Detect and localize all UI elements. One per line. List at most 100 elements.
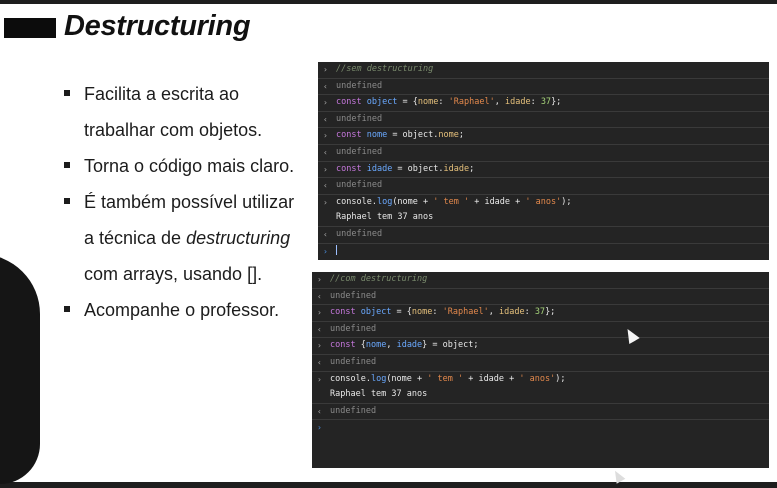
result-arrow-icon: ‹	[317, 406, 322, 416]
prompt-arrow-icon: ›	[317, 341, 322, 351]
prompt-arrow-icon: ›	[317, 308, 322, 318]
code-token: {	[355, 340, 366, 351]
code-token: object	[366, 97, 398, 108]
console-result-row: ‹ undefined	[312, 404, 769, 421]
console-input-row: › const nome = object.nome;	[318, 128, 769, 145]
console-result-row: ‹ undefined	[318, 145, 769, 162]
prompt-arrow-icon: ›	[317, 423, 322, 433]
code-token: idade	[396, 340, 423, 351]
code-token: nome	[365, 340, 387, 351]
console-output-row: Raphael tem 37 anos	[318, 210, 769, 227]
prompt-arrow-icon: ›	[323, 65, 328, 74]
result-undefined: undefined	[330, 356, 377, 367]
bullet-facilita: Facilita a escrita ao trabalhar com obje…	[60, 76, 310, 148]
console-output-row: Raphael tem 37 anos	[312, 387, 769, 404]
code-token: );	[555, 373, 566, 384]
code-token: :	[432, 307, 443, 318]
code-token: = {	[397, 97, 418, 108]
slide-title: Destructuring	[64, 10, 251, 42]
code-token: ,	[494, 97, 505, 108]
result-arrow-icon: ‹	[323, 181, 328, 191]
code-token: log	[376, 196, 393, 207]
console-input-row: › const idade = object.idade;	[318, 162, 769, 179]
console-result-row: ‹ undefined	[318, 112, 769, 129]
result-arrow-icon: ‹	[317, 324, 322, 334]
console-result-row: ‹ undefined	[312, 322, 769, 339]
presenter-silhouette	[0, 254, 40, 484]
result-undefined: undefined	[336, 228, 383, 239]
title-accent-bar	[4, 18, 56, 38]
console-input-row: › const object = {nome: 'Raphael', idade…	[312, 305, 769, 322]
code-token: ' tem '	[427, 373, 464, 384]
code-token: ' anos'	[519, 373, 556, 384]
code-token: nome	[438, 130, 459, 141]
console-output-text: Raphael tem 37 anos	[336, 212, 434, 223]
code-token: } = object;	[422, 340, 479, 351]
result-arrow-icon: ‹	[317, 357, 322, 367]
console-input-row: › //sem destructuring	[318, 62, 769, 79]
code-token: const	[336, 163, 362, 174]
result-arrow-icon: ‹	[323, 229, 328, 239]
prompt-arrow-icon: ›	[323, 197, 328, 207]
bullet-text: Torna o código mais claro.	[84, 156, 295, 176]
code-token: :	[438, 97, 449, 108]
code-token: + idade +	[463, 373, 520, 384]
code-token: ' anos'	[525, 196, 562, 207]
code-token: 37	[534, 307, 546, 318]
code-token: = object.	[392, 163, 444, 174]
code-token: ' tem '	[433, 196, 470, 207]
console-prompt-input[interactable]: ›	[318, 244, 769, 260]
prompt-arrow-icon: ›	[323, 164, 328, 174]
text-cursor	[336, 245, 337, 256]
code-token: + idade +	[469, 196, 526, 207]
console-result-row: ‹ undefined	[318, 79, 769, 96]
result-undefined: undefined	[336, 80, 383, 91]
result-arrow-icon: ‹	[323, 81, 328, 91]
console-result-row: ‹ undefined	[318, 227, 769, 244]
code-token: console.	[330, 373, 371, 384]
code-token: const	[336, 130, 362, 141]
code-token: (nome +	[392, 196, 434, 207]
code-token: idade	[443, 163, 470, 174]
code-token: idade	[498, 307, 525, 318]
bullet-text: É também possível utilizar	[84, 192, 295, 212]
prompt-arrow-icon: ›	[323, 246, 328, 256]
console-prompt-input[interactable]: ›	[312, 420, 769, 436]
devtools-console-com-destructuring[interactable]: › //com destructuring ‹ undefined › cons…	[312, 272, 769, 468]
code-token: 'Raphael'	[448, 97, 495, 108]
prompt-arrow-icon: ›	[317, 374, 322, 384]
result-undefined: undefined	[330, 405, 377, 416]
result-arrow-icon: ‹	[317, 291, 322, 301]
prompt-arrow-icon: ›	[323, 98, 328, 108]
bullet-text: trabalhar com objetos.	[84, 120, 263, 140]
result-undefined: undefined	[330, 290, 377, 301]
code-token: 'Raphael'	[442, 307, 489, 318]
devtools-console-sem-destructuring[interactable]: › //sem destructuring ‹ undefined › cons…	[318, 62, 769, 260]
result-undefined: undefined	[336, 146, 383, 157]
console-input-row: › //com destructuring	[312, 272, 769, 289]
code-token: ,	[386, 340, 397, 351]
bullet-text: Facilita a escrita ao	[84, 84, 240, 104]
code-token: :	[524, 307, 535, 318]
code-token: ,	[488, 307, 499, 318]
code-token: nome	[411, 307, 433, 318]
bullet-list: Facilita a escrita ao trabalhar com obje…	[60, 76, 310, 328]
code-comment: //com destructuring	[330, 274, 428, 284]
code-token: log	[370, 373, 387, 384]
bullet-text: com arrays, usando [].	[84, 264, 263, 284]
bullet-text: a técnica de destructuring	[84, 220, 310, 256]
bullet-arrays: É também possível utilizar a técnica de …	[60, 184, 310, 292]
prompt-arrow-icon: ›	[323, 131, 328, 141]
code-token: const	[336, 97, 362, 108]
bullet-text-part: a técnica de	[84, 228, 187, 248]
code-token: );	[561, 196, 572, 207]
console-input-row: › console.log(nome + ' tem ' + idade + '…	[312, 372, 769, 388]
code-token: ;	[469, 163, 475, 174]
console-output-text: Raphael tem 37 anos	[330, 389, 428, 400]
code-token: object	[360, 307, 392, 318]
result-arrow-icon: ‹	[323, 147, 328, 157]
code-token: nome	[366, 130, 388, 141]
console-result-row: ‹ undefined	[312, 355, 769, 372]
bullet-codigo-claro: Torna o código mais claro.	[60, 148, 310, 184]
code-token: console.	[336, 196, 377, 207]
